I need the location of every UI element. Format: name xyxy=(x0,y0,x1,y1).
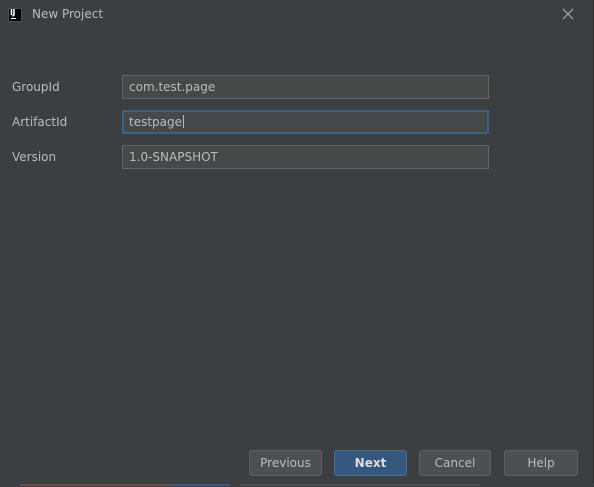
group-id-label: GroupId xyxy=(12,80,60,94)
new-project-dialog: IJ New Project GroupId com.test.page Art… xyxy=(0,0,594,487)
bottom-edge xyxy=(0,483,594,487)
title-bar: IJ New Project xyxy=(0,0,594,30)
next-button[interactable]: Next xyxy=(334,450,407,476)
text-caret xyxy=(183,115,185,128)
artifact-id-field[interactable]: testpage xyxy=(122,110,489,134)
group-id-value: com.test.page xyxy=(129,80,216,94)
artifact-id-value: testpage xyxy=(129,115,183,129)
version-field[interactable]: 1.0-SNAPSHOT xyxy=(122,145,489,169)
group-id-field[interactable]: com.test.page xyxy=(122,75,489,99)
help-button[interactable]: Help xyxy=(504,450,578,476)
artifact-id-label: ArtifactId xyxy=(12,115,68,129)
intellij-idea-icon: IJ xyxy=(8,8,22,22)
cancel-button[interactable]: Cancel xyxy=(419,450,491,476)
close-icon[interactable] xyxy=(558,4,578,24)
previous-button[interactable]: Previous xyxy=(249,450,322,476)
version-label: Version xyxy=(12,150,57,164)
dialog-title: New Project xyxy=(32,7,104,21)
app-icon-text: IJ xyxy=(10,8,15,17)
version-value: 1.0-SNAPSHOT xyxy=(129,150,218,164)
